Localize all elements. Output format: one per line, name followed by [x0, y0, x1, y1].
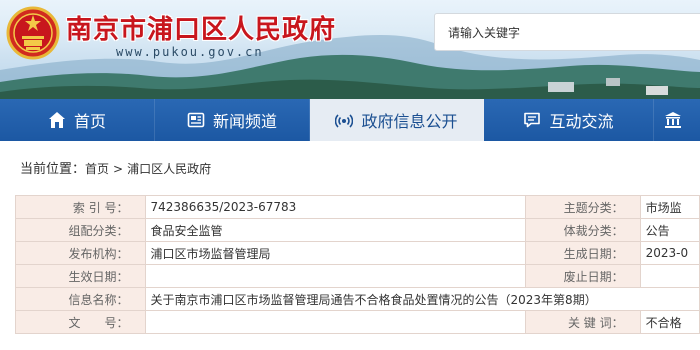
header-banner: 南京市浦口区人民政府 www.pukou.gov.cn — [0, 0, 700, 99]
table-row: 文 号： 关 键 词： 不合格 — [15, 310, 700, 334]
info-name-label: 信息名称： — [15, 287, 146, 311]
nav-item-label: 新闻频道 — [212, 112, 277, 131]
org-type-label: 组配分类： — [15, 218, 146, 242]
building-icon — [664, 111, 682, 129]
nav-item-home[interactable]: 首页 — [0, 99, 155, 141]
broadcast-icon — [335, 111, 354, 129]
breadcrumb: 当前位置：首页 > 浦口区人民政府 — [20, 158, 211, 177]
index-value: 742386635/2023-67783 — [144, 195, 526, 219]
breadcrumb-link-home[interactable]: 首页 — [85, 162, 109, 176]
search-box[interactable] — [434, 13, 700, 52]
site-title[interactable]: 南京市浦口区人民政府 — [66, 9, 336, 46]
created-date-label: 生成日期： — [524, 241, 641, 265]
nav-item-label: 政府信息公开 — [361, 112, 458, 131]
repeal-date-label: 废止日期： — [524, 264, 641, 288]
national-emblem-icon — [6, 6, 60, 60]
breadcrumb-separator: > — [113, 162, 124, 176]
table-row: 索 引 号： 742386635/2023-67783 主题分类： 市场监 — [15, 195, 700, 219]
table-row: 生效日期： 废止日期： — [15, 264, 700, 288]
topic-value: 市场监 — [639, 195, 700, 219]
nav-item-gov-info[interactable]: 政府信息公开 — [310, 99, 484, 141]
doc-number-value — [144, 310, 526, 334]
breadcrumb-prefix: 当前位置： — [20, 162, 86, 177]
doc-number-label: 文 号： — [15, 310, 146, 334]
table-row: 组配分类： 食品安全监管 体裁分类： 公告 — [15, 218, 700, 242]
newspaper-icon — [187, 111, 205, 129]
effective-date-value — [144, 264, 526, 288]
genre-label: 体裁分类： — [524, 218, 641, 242]
site-domain: www.pukou.gov.cn — [116, 45, 264, 59]
info-name-value: 关于南京市浦口区市场监督管理局通告不合格食品处置情况的公告（2023年第8期） — [144, 287, 700, 311]
breadcrumb-link-district-gov[interactable]: 浦口区人民政府 — [127, 162, 211, 176]
nav-item-interaction[interactable]: 互动交流 — [484, 99, 654, 141]
publisher-value: 浦口区市场监督管理局 — [144, 241, 526, 265]
index-label: 索 引 号： — [15, 195, 146, 219]
main-nav: 首页 新闻频道 政府信息公开 互动交流 — [0, 99, 700, 141]
table-row: 发布机构： 浦口区市场监督管理局 生成日期： 2023-0 — [15, 241, 700, 265]
nav-item-label: 互动交流 — [549, 112, 614, 131]
table-row: 信息名称： 关于南京市浦口区市场监督管理局通告不合格食品处置情况的公告（2023… — [15, 287, 700, 311]
nav-item-news[interactable]: 新闻频道 — [155, 99, 310, 141]
genre-value: 公告 — [639, 218, 700, 242]
nav-item-more[interactable] — [654, 99, 700, 141]
publisher-label: 发布机构： — [15, 241, 146, 265]
keywords-value: 不合格 — [639, 310, 700, 334]
keywords-label: 关 键 词： — [524, 310, 641, 334]
home-icon — [48, 111, 66, 129]
effective-date-label: 生效日期： — [15, 264, 146, 288]
org-type-value: 食品安全监管 — [144, 218, 526, 242]
created-date-value: 2023-0 — [639, 241, 700, 265]
nav-item-label: 首页 — [73, 112, 106, 131]
search-input[interactable] — [446, 14, 690, 52]
chat-icon — [523, 111, 541, 129]
repeal-date-value — [639, 264, 700, 288]
info-metadata-table: 索 引 号： 742386635/2023-67783 主题分类： 市场监 组配… — [15, 195, 700, 334]
topic-label: 主题分类： — [524, 195, 641, 219]
